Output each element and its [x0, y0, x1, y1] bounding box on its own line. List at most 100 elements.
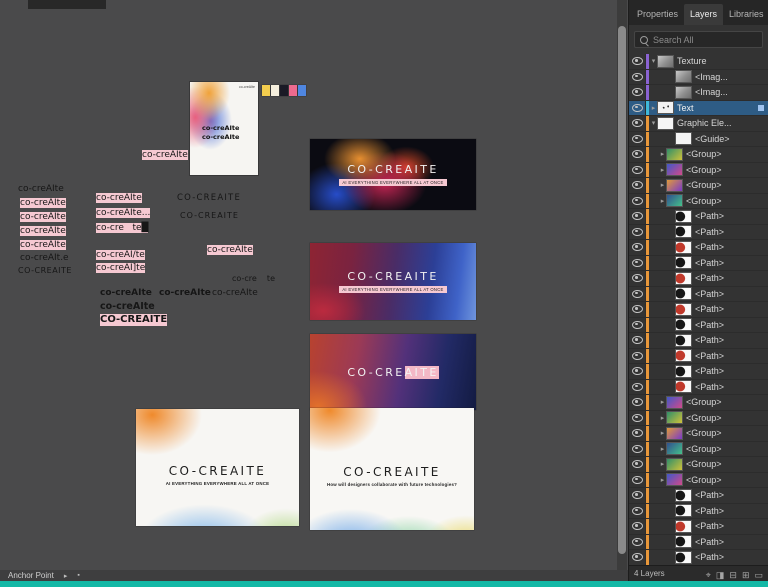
- make-mask-icon[interactable]: ◨: [716, 570, 725, 580]
- layer-row[interactable]: ▾ Graphic Ele...: [629, 116, 768, 132]
- tab-libraries[interactable]: Libraries: [723, 4, 768, 25]
- layer-row[interactable]: ▸ Text: [629, 100, 768, 116]
- layer-row[interactable]: ▸ <Group>: [629, 426, 768, 442]
- layer-name[interactable]: <Guide>: [695, 134, 768, 144]
- layer-thumbnail[interactable]: [676, 365, 691, 377]
- layer-row[interactable]: <Imag...: [629, 85, 768, 101]
- chevron-right-icon[interactable]: ▸: [649, 104, 658, 112]
- layer-name[interactable]: <Path>: [695, 258, 768, 268]
- layer-row[interactable]: <Imag...: [629, 69, 768, 85]
- layer-name[interactable]: <Path>: [695, 273, 768, 283]
- layer-name[interactable]: <Group>: [686, 196, 768, 206]
- layer-row[interactable]: <Path>: [629, 348, 768, 364]
- layer-thumbnail[interactable]: [667, 443, 682, 455]
- layer-thumbnail[interactable]: [667, 396, 682, 408]
- layer-thumbnail[interactable]: [676, 350, 691, 362]
- document-tab[interactable]: [28, 0, 106, 9]
- layer-row[interactable]: <Path>: [629, 488, 768, 504]
- canvas-text-scrap[interactable]: co-creAIte: [20, 198, 66, 209]
- layer-row[interactable]: <Path>: [629, 224, 768, 240]
- layer-thumbnail[interactable]: [676, 241, 691, 253]
- layer-row[interactable]: ▸ <Group>: [629, 457, 768, 473]
- visibility-toggle[interactable]: [629, 503, 646, 518]
- layer-row[interactable]: <Path>: [629, 286, 768, 302]
- layer-row[interactable]: <Path>: [629, 534, 768, 550]
- canvas-area[interactable]: co-creAIte co-creAIte co-creAIte co-creAIte…: [0, 0, 628, 570]
- layer-name[interactable]: <Path>: [695, 351, 768, 361]
- visibility-toggle[interactable]: [629, 147, 646, 162]
- visibility-toggle[interactable]: [629, 100, 646, 115]
- layer-thumbnail[interactable]: [667, 474, 682, 486]
- canvas-text-scrap[interactable]: co-creAIte: [207, 245, 253, 256]
- layer-name[interactable]: <Group>: [686, 149, 768, 159]
- layer-thumbnail[interactable]: [676, 334, 691, 346]
- new-sublayer-icon[interactable]: ⊟: [729, 570, 737, 580]
- layer-row[interactable]: <Path>: [629, 364, 768, 380]
- layer-name[interactable]: <Group>: [686, 475, 768, 485]
- layer-thumbnail[interactable]: [676, 319, 691, 331]
- layer-name[interactable]: <Group>: [686, 413, 768, 423]
- canvas-text-scrap[interactable]: co-creAIte: [20, 226, 66, 237]
- visibility-toggle[interactable]: [629, 178, 646, 193]
- chevron-right-icon[interactable]: ▸: [658, 150, 667, 158]
- layer-row[interactable]: ▸ <Group>: [629, 193, 768, 209]
- vertical-scrollbar[interactable]: [617, 0, 627, 570]
- layer-thumbnail[interactable]: [676, 210, 691, 222]
- canvas-text-scrap[interactable]: co-creAIte: [100, 301, 155, 313]
- layer-thumbnail[interactable]: [676, 505, 691, 517]
- canvas-text-scrap[interactable]: co-creAI/te: [96, 250, 145, 261]
- layer-thumbnail[interactable]: [676, 381, 691, 393]
- tab-properties[interactable]: Properties: [631, 4, 684, 25]
- visibility-toggle[interactable]: [629, 488, 646, 503]
- canvas-text-scrap[interactable]: CO-CREAITE: [177, 193, 241, 204]
- visibility-toggle[interactable]: [629, 441, 646, 456]
- canvas-text-scrap[interactable]: co-creAIte: [20, 212, 66, 223]
- canvas-text-scrap[interactable]: co-creAIte: [212, 288, 258, 298]
- color-swatch[interactable]: [262, 85, 270, 96]
- chevron-right-icon[interactable]: ▸: [658, 429, 667, 437]
- layer-thumbnail[interactable]: [676, 133, 691, 145]
- layer-name[interactable]: <Path>: [695, 552, 768, 562]
- canvas-text-scrap[interactable]: CO-CREAITE: [18, 266, 72, 275]
- scrollbar-thumb[interactable]: [618, 26, 626, 554]
- layer-row[interactable]: <Path>: [629, 333, 768, 349]
- visibility-toggle[interactable]: [629, 85, 646, 100]
- canvas-text-scrap[interactable]: co-creAI]te: [96, 263, 146, 274]
- layer-name[interactable]: <Path>: [695, 289, 768, 299]
- layer-thumbnail[interactable]: [676, 489, 691, 501]
- visibility-toggle[interactable]: [629, 519, 646, 534]
- visibility-toggle[interactable]: [629, 410, 646, 425]
- layer-row[interactable]: ▸ <Group>: [629, 395, 768, 411]
- status-expand-icon[interactable]: ▸: [64, 572, 68, 580]
- layer-thumbnail[interactable]: [676, 272, 691, 284]
- layer-thumbnail[interactable]: [676, 303, 691, 315]
- visibility-toggle[interactable]: [629, 286, 646, 301]
- chevron-right-icon[interactable]: ▸: [658, 398, 667, 406]
- chevron-right-icon[interactable]: ▸: [658, 166, 667, 174]
- artboard-banner-2[interactable]: CO-CREAITE AI EVERYTHING EVERYWHERE ALL A…: [310, 243, 476, 320]
- visibility-toggle[interactable]: [629, 317, 646, 332]
- layer-thumbnail[interactable]: [676, 288, 691, 300]
- layer-thumbnail[interactable]: [667, 195, 682, 207]
- layer-thumbnail[interactable]: [676, 520, 691, 532]
- chevron-right-icon[interactable]: ▸: [658, 460, 667, 468]
- canvas-text-scrap[interactable]: co-creAIte: [142, 150, 188, 161]
- visibility-toggle[interactable]: [629, 193, 646, 208]
- layer-name[interactable]: <Path>: [695, 320, 768, 330]
- tab-layers[interactable]: Layers: [684, 4, 724, 25]
- canvas-text-scrap[interactable]: co-creAIte: [18, 184, 64, 194]
- layer-row[interactable]: <Path>: [629, 379, 768, 395]
- layer-name[interactable]: Text: [677, 103, 758, 113]
- poster-artboard[interactable]: co-creAIte co-creAIte co-creAIte: [190, 82, 258, 175]
- visibility-toggle[interactable]: [629, 379, 646, 394]
- canvas-text-scrap[interactable]: co-creAIte: [20, 240, 66, 251]
- layer-name[interactable]: <Imag...: [695, 87, 768, 97]
- layer-row[interactable]: <Path>: [629, 550, 768, 565]
- visibility-toggle[interactable]: [629, 534, 646, 549]
- new-layer-icon[interactable]: ⊞: [742, 570, 750, 580]
- color-swatch[interactable]: [280, 85, 288, 96]
- visibility-toggle[interactable]: [629, 302, 646, 317]
- canvas-text-scrap[interactable]: CO-CREAITE: [180, 211, 239, 220]
- visibility-toggle[interactable]: [629, 472, 646, 487]
- layer-thumbnail[interactable]: [676, 257, 691, 269]
